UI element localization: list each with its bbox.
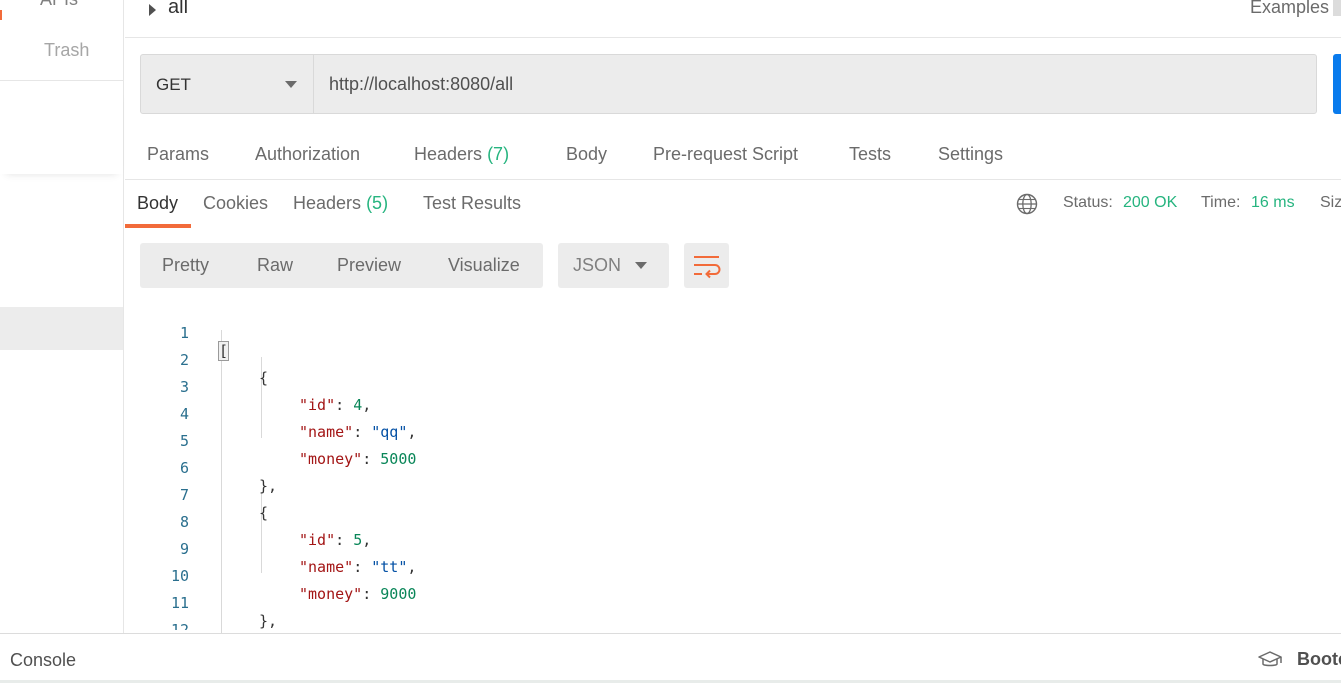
tab-headers[interactable]: Headers (7) bbox=[414, 144, 509, 165]
format-label: JSON bbox=[573, 255, 622, 275]
bootcamp-button[interactable]: Bootc bbox=[1297, 649, 1341, 670]
code-line: 5 "money": 5000 bbox=[125, 414, 1341, 468]
divider bbox=[125, 179, 1341, 180]
tab-params[interactable]: Params bbox=[147, 144, 209, 165]
tab-label: Pre-request Script bbox=[653, 144, 799, 164]
tab-pre-request-script[interactable]: Pre-request Script bbox=[653, 144, 798, 165]
request-name[interactable]: all bbox=[168, 0, 188, 19]
active-tab-underline bbox=[125, 224, 191, 228]
chevron-down-icon bbox=[285, 81, 297, 88]
response-tab-test-results[interactable]: Test Results bbox=[423, 193, 521, 214]
tab-label: Params bbox=[147, 144, 210, 164]
examples-count-badge[interactable] bbox=[1333, 0, 1341, 16]
expand-caret-icon[interactable] bbox=[149, 4, 156, 16]
code-line: 7 { bbox=[125, 468, 1341, 522]
code-line: 4 "name": "qq", bbox=[125, 387, 1341, 441]
view-preview[interactable]: Preview bbox=[337, 255, 401, 276]
headers-count: (7) bbox=[487, 144, 510, 164]
status-label: Status: bbox=[1063, 194, 1113, 211]
wrap-lines-icon bbox=[694, 256, 721, 279]
view-mode-bar: Pretty Raw Preview Visualize bbox=[140, 243, 543, 288]
response-tab-cookies[interactable]: Cookies bbox=[203, 193, 268, 214]
tab-label: Cookies bbox=[203, 193, 269, 213]
code-line: 12 { bbox=[125, 603, 1341, 630]
tab-label: Body bbox=[137, 193, 179, 213]
tab-label: Headers bbox=[414, 144, 483, 164]
tab-label: Tests bbox=[849, 144, 892, 164]
code-line: 2 { bbox=[125, 333, 1341, 387]
sidebar-panel bbox=[0, 82, 123, 174]
sidebar: APIs Trash bbox=[0, 0, 124, 633]
tab-label: Settings bbox=[938, 144, 1004, 164]
format-select[interactable]: JSON bbox=[558, 243, 669, 288]
view-visualize[interactable]: Visualize bbox=[448, 255, 520, 276]
sidebar-header: APIs Trash bbox=[0, 0, 123, 81]
code-line: 8 "id": 5, bbox=[125, 495, 1341, 549]
status-bar: Console bbox=[0, 633, 1341, 683]
method-label: GET bbox=[156, 75, 191, 94]
method-select[interactable]: GET bbox=[141, 55, 314, 113]
sidebar-item-trash[interactable]: Trash bbox=[44, 40, 89, 61]
view-raw[interactable]: Raw bbox=[257, 255, 293, 276]
sidebar-item-apis[interactable]: APIs bbox=[40, 0, 78, 10]
tab-label: Test Results bbox=[423, 193, 522, 213]
code-line: 9 "name": "tt", bbox=[125, 522, 1341, 576]
tab-settings[interactable]: Settings bbox=[938, 144, 1003, 165]
view-pretty[interactable]: Pretty bbox=[162, 255, 209, 276]
send-button[interactable] bbox=[1333, 54, 1341, 114]
tab-authorization[interactable]: Authorization bbox=[255, 144, 360, 165]
status-value[interactable]: 200 OK bbox=[1123, 194, 1177, 212]
url-input[interactable]: http://localhost:8080/all bbox=[329, 74, 513, 95]
line-number: 12 bbox=[170, 621, 189, 630]
chevron-down-icon bbox=[635, 262, 647, 269]
tab-label: Authorization bbox=[255, 144, 361, 164]
request-tab-header: all Examples bbox=[125, 0, 1341, 38]
code-line: 10 "money": 9000 bbox=[125, 549, 1341, 603]
main-panel: all Examples GET http://localhost:8080/a… bbox=[125, 0, 1341, 633]
examples-button[interactable]: Examples bbox=[1250, 0, 1329, 18]
globe-icon[interactable] bbox=[1016, 193, 1038, 215]
code-line: 11 }, bbox=[125, 576, 1341, 630]
tab-label: Body bbox=[566, 144, 608, 164]
time-label: Time: bbox=[1201, 194, 1241, 211]
active-indicator bbox=[0, 10, 2, 20]
console-button[interactable]: Console bbox=[10, 650, 76, 671]
response-body-viewer[interactable]: 1 [ 2 { 3 "id": 4, 4 "name": "qq", 5 "mo… bbox=[125, 303, 1341, 633]
wrap-lines-button[interactable] bbox=[684, 243, 729, 288]
tab-label: Headers bbox=[293, 193, 362, 213]
size-label: Siz bbox=[1320, 194, 1341, 211]
tab-body[interactable]: Body bbox=[566, 144, 607, 165]
code-line: 1 [ bbox=[125, 306, 1341, 361]
graduation-cap-icon[interactable] bbox=[1257, 650, 1283, 670]
response-tab-body[interactable]: Body bbox=[137, 193, 178, 214]
time-value[interactable]: 16 ms bbox=[1251, 194, 1295, 212]
request-bar: GET http://localhost:8080/all bbox=[140, 54, 1317, 114]
tab-tests[interactable]: Tests bbox=[849, 144, 891, 165]
sidebar-selected-row[interactable] bbox=[0, 307, 123, 350]
headers-count: (5) bbox=[366, 193, 389, 213]
response-tab-headers[interactable]: Headers (5) bbox=[293, 193, 388, 214]
code-line: 6 }, bbox=[125, 441, 1341, 495]
code-line: 3 "id": 4, bbox=[125, 360, 1341, 414]
